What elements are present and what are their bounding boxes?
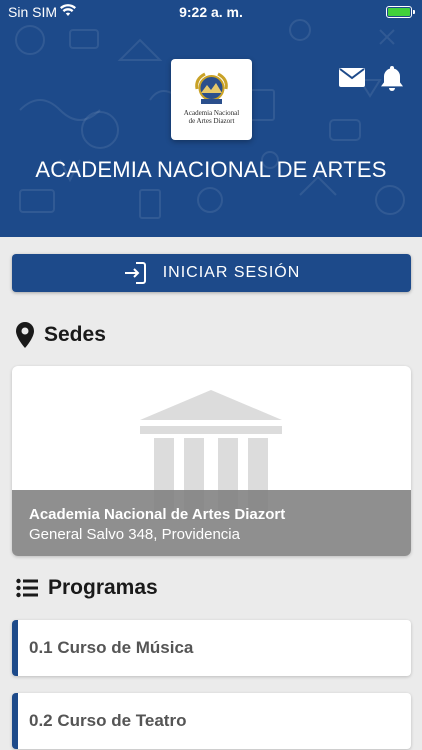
logo-line-1: Academia Nacional bbox=[183, 109, 240, 117]
program-item[interactable]: 0.1 Curso de Música bbox=[12, 620, 411, 676]
sedes-title: Sedes bbox=[44, 323, 106, 346]
programas-title: Programas bbox=[48, 576, 158, 599]
bell-icon[interactable] bbox=[379, 64, 405, 97]
mail-icon[interactable] bbox=[339, 68, 365, 92]
academy-title: ACADEMIA NACIONAL DE ARTES bbox=[35, 157, 387, 182]
sedes-heading: Sedes bbox=[16, 322, 106, 348]
battery-icon bbox=[386, 6, 415, 18]
login-button[interactable]: INICIAR SESIÓN bbox=[12, 254, 411, 292]
map-pin-icon bbox=[16, 322, 34, 348]
program-label: 0.1 Curso de Música bbox=[29, 638, 194, 657]
login-icon bbox=[123, 261, 147, 285]
login-label: INICIAR SESIÓN bbox=[162, 264, 301, 281]
list-icon bbox=[16, 578, 38, 598]
academy-logo: Academia Nacional de Artes Diazort bbox=[171, 59, 252, 140]
app-header: Sin SIM 9:22 a. m. Academia Nacional de … bbox=[0, 0, 422, 237]
logo-emblem-icon bbox=[195, 72, 228, 104]
sede-address: General Salvo 348, Providencia bbox=[29, 526, 240, 543]
program-label: 0.2 Curso de Teatro bbox=[29, 711, 187, 730]
sede-card[interactable]: Academia Nacional de Artes Diazort Gener… bbox=[12, 366, 411, 556]
logo-line-2: de Artes Diazort bbox=[188, 117, 235, 125]
status-bar: Sin SIM 9:22 a. m. bbox=[0, 0, 422, 24]
logo-text: Academia Nacional de Artes Diazort bbox=[171, 109, 252, 125]
status-time: 9:22 a. m. bbox=[179, 4, 243, 20]
sede-info: Academia Nacional de Artes Diazort Gener… bbox=[12, 490, 411, 556]
program-item[interactable]: 0.2 Curso de Teatro bbox=[12, 693, 411, 749]
programas-heading: Programas bbox=[16, 576, 158, 600]
sede-name: Academia Nacional de Artes Diazort bbox=[29, 506, 286, 523]
